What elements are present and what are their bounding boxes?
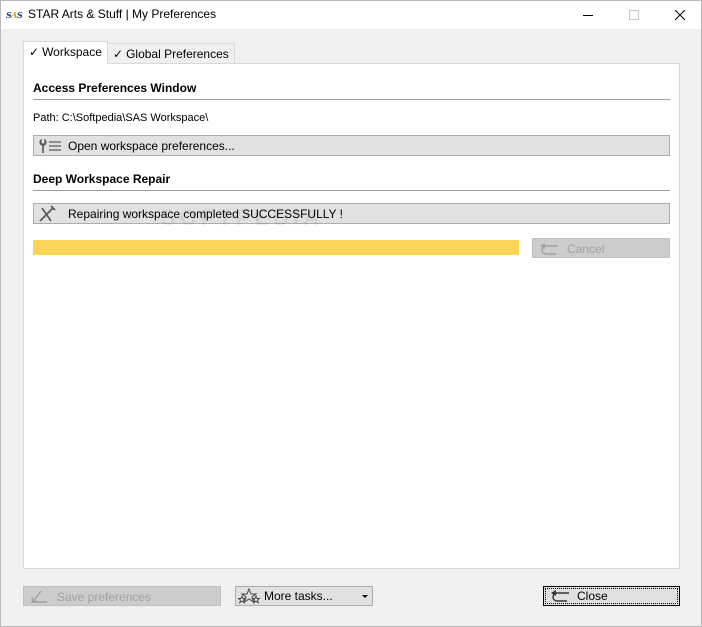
cancel-button[interactable]: Cancel bbox=[532, 238, 670, 258]
chevron-down-icon bbox=[362, 595, 368, 598]
section-divider bbox=[33, 99, 670, 100]
undo-arrow-icon bbox=[540, 243, 558, 255]
save-preferences-label: Save preferences bbox=[57, 590, 152, 604]
save-arrow-icon bbox=[31, 590, 47, 603]
tools-icon bbox=[39, 205, 56, 222]
preferences-window: SAS STAR Arts & Stuff | My Preferences ✓… bbox=[0, 0, 702, 627]
tab-global-preferences[interactable]: ✓ Global Preferences bbox=[107, 43, 235, 64]
checkmark-icon: ✓ bbox=[113, 47, 124, 61]
maximize-button[interactable] bbox=[611, 1, 657, 29]
progress-fill bbox=[33, 240, 519, 255]
close-button[interactable]: Close bbox=[543, 586, 680, 606]
close-icon bbox=[675, 10, 685, 20]
tab-label: Workspace bbox=[42, 45, 102, 59]
wrench-list-icon bbox=[39, 138, 61, 153]
close-label: Close bbox=[577, 589, 608, 603]
repair-progress-bar bbox=[33, 240, 519, 255]
checkmark-icon: ✓ bbox=[29, 45, 40, 59]
workspace-path-label: Path: C:\Softpedia\SAS Workspace\ bbox=[33, 112, 209, 124]
window-title: STAR Arts & Stuff | My Preferences bbox=[28, 7, 217, 21]
sas-logo-icon: SAS bbox=[6, 10, 23, 20]
cancel-label: Cancel bbox=[567, 242, 605, 256]
close-window-button[interactable] bbox=[657, 1, 702, 29]
return-arrow-icon bbox=[551, 590, 569, 602]
more-tasks-label: More tasks... bbox=[264, 589, 333, 603]
open-workspace-preferences-button[interactable]: Open workspace preferences... bbox=[33, 135, 670, 156]
section-divider bbox=[33, 190, 670, 191]
section-title-access: Access Preferences Window bbox=[33, 81, 197, 95]
stars-icon bbox=[237, 588, 261, 604]
tab-workspace[interactable]: ✓ Workspace bbox=[23, 41, 108, 64]
tab-label: Global Preferences bbox=[126, 47, 229, 61]
section-title-repair: Deep Workspace Repair bbox=[33, 172, 171, 186]
save-preferences-button[interactable]: Save preferences bbox=[23, 586, 221, 606]
open-preferences-label: Open workspace preferences... bbox=[68, 139, 235, 153]
minimize-button[interactable] bbox=[565, 1, 611, 29]
repair-status-label: Repairing workspace completed SUCCESSFUL… bbox=[68, 207, 344, 221]
title-bar[interactable]: SAS STAR Arts & Stuff | My Preferences bbox=[1, 1, 701, 29]
repair-status-button[interactable]: Repairing workspace completed SUCCESSFUL… bbox=[33, 203, 670, 224]
more-tasks-dropdown[interactable]: More tasks... bbox=[235, 586, 373, 606]
